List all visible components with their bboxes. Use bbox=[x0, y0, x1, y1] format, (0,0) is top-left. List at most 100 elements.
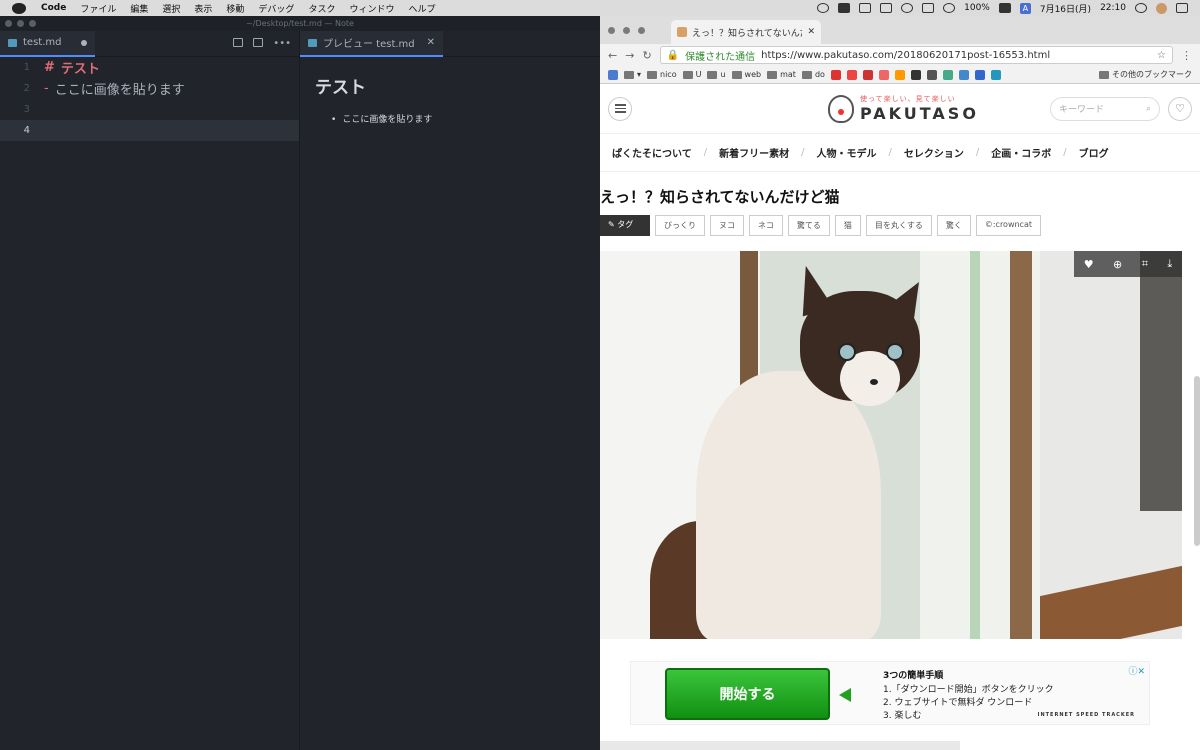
bookmark-icon[interactable] bbox=[990, 69, 1001, 80]
ad-close-icon[interactable]: ⓘ✕ bbox=[1128, 664, 1145, 677]
bookmark-icon[interactable] bbox=[878, 69, 889, 80]
hamburger-menu-icon[interactable] bbox=[608, 96, 632, 121]
browser-menu-icon[interactable]: ⋮ bbox=[1181, 49, 1192, 62]
nav-selection[interactable]: セレクション bbox=[892, 145, 976, 160]
menu-window[interactable]: ウィンドウ bbox=[349, 2, 394, 15]
nav-about[interactable]: ぱくたそについて bbox=[600, 145, 704, 160]
menu-debug[interactable]: デバッグ bbox=[258, 2, 294, 15]
bookmark-folder[interactable]: nico bbox=[647, 70, 677, 79]
record-icon[interactable] bbox=[817, 3, 830, 13]
menu-task[interactable]: タスク bbox=[308, 2, 335, 15]
screen-icon[interactable] bbox=[880, 3, 893, 13]
battery-icon[interactable] bbox=[998, 3, 1011, 13]
bookmark-icon[interactable] bbox=[846, 69, 857, 80]
tag-chip[interactable]: 猫 bbox=[834, 215, 861, 236]
menu-view[interactable]: 表示 bbox=[194, 2, 212, 15]
preview-heading: テスト bbox=[315, 78, 366, 98]
menu-app-name[interactable]: Code bbox=[41, 3, 66, 13]
bookmark-star-icon[interactable]: ☆ bbox=[1157, 50, 1166, 61]
advertisement[interactable]: 開始する 3つの簡単手順 1.「ダウンロード開始」ボタンをクリック 2. ウェブ… bbox=[630, 661, 1150, 725]
location-icon[interactable] bbox=[901, 3, 914, 13]
nav-people[interactable]: 人物・モデル bbox=[804, 145, 888, 160]
back-icon[interactable]: ← bbox=[608, 49, 617, 62]
app-status-icon[interactable] bbox=[838, 3, 851, 13]
user-avatar[interactable] bbox=[1156, 2, 1167, 14]
tag-chip[interactable]: 驚てる bbox=[787, 215, 830, 236]
bookmark-icon[interactable] bbox=[910, 69, 921, 80]
site-search-input[interactable]: キーワード ⌕ bbox=[1050, 96, 1160, 121]
crop-icon[interactable]: ⌗ bbox=[1142, 257, 1148, 271]
ad-start-button[interactable]: 開始する bbox=[665, 668, 830, 720]
tag-chip[interactable]: ネコ bbox=[749, 215, 783, 236]
zoom-window-button[interactable] bbox=[638, 26, 645, 34]
menu-go[interactable]: 移動 bbox=[226, 2, 244, 15]
nav-new[interactable]: 新着フリー素材 bbox=[707, 145, 801, 160]
input-source-icon[interactable]: A bbox=[1019, 2, 1031, 14]
minimize-window-button[interactable] bbox=[623, 26, 630, 34]
site-logo[interactable]: 使って楽しい、見て楽しい PAKUTASO bbox=[828, 94, 979, 123]
bookmark-icon[interactable] bbox=[926, 69, 937, 80]
bookmark-icon[interactable] bbox=[942, 69, 953, 80]
bookmark-folder[interactable]: web bbox=[731, 70, 761, 79]
close-tab-icon[interactable]: ✕ bbox=[807, 27, 815, 37]
apps-icon[interactable] bbox=[608, 69, 618, 80]
more-actions-icon[interactable]: ••• bbox=[273, 38, 291, 49]
site-tagline: 使って楽しい、見て楽しい bbox=[860, 95, 956, 103]
bookmark-folder[interactable]: u bbox=[707, 70, 726, 79]
code-editor[interactable]: 1 # テスト 2 - ここに画像を貼ります 3 4 bbox=[0, 57, 300, 750]
nav-collab[interactable]: 企画・コラボ bbox=[979, 145, 1063, 160]
current-code-line[interactable]: 4 bbox=[0, 120, 299, 141]
menu-selection[interactable]: 選択 bbox=[162, 2, 180, 15]
download-icon[interactable]: ⤓ bbox=[1167, 257, 1172, 271]
close-tab-icon[interactable]: ✕ bbox=[427, 37, 435, 48]
cat-photo[interactable]: ♥ ⊕ ⌗ ⤓ bbox=[600, 251, 1182, 639]
menu-file[interactable]: ファイル bbox=[80, 2, 116, 15]
notification-icon[interactable] bbox=[1176, 3, 1188, 13]
tag-chip[interactable]: びっくり bbox=[655, 215, 705, 236]
code-line[interactable]: 1 # テスト bbox=[0, 57, 299, 78]
menu-help[interactable]: ヘルプ bbox=[408, 2, 435, 15]
zoom-icon[interactable]: ⊕ bbox=[1113, 258, 1122, 271]
bookmark-icon[interactable] bbox=[862, 69, 873, 80]
bookmark-icon[interactable] bbox=[830, 69, 841, 80]
favorites-heart-icon[interactable]: ♡ bbox=[1168, 96, 1192, 121]
forward-icon[interactable]: → bbox=[625, 49, 634, 62]
code-line[interactable]: 3 bbox=[0, 99, 299, 120]
tag-chip[interactable]: 目を丸くする bbox=[865, 215, 932, 236]
bookmark-icon[interactable] bbox=[958, 69, 969, 80]
reload-icon[interactable]: ↻ bbox=[642, 49, 651, 62]
unsaved-dot-icon[interactable] bbox=[81, 39, 88, 46]
menubar-time[interactable]: 22:10 bbox=[1100, 3, 1126, 13]
tag-chip[interactable]: ©:crowncat bbox=[975, 215, 1041, 236]
browser-tab[interactable]: えっ！？知らされてないんだけど猫 ✕ bbox=[671, 20, 821, 44]
scrollbar[interactable] bbox=[1194, 376, 1200, 546]
nav-blog[interactable]: ブログ bbox=[1067, 145, 1121, 160]
bookmark-folder[interactable]: do bbox=[801, 70, 825, 79]
tag-chip[interactable]: ヌコ bbox=[710, 215, 744, 236]
open-preview-icon[interactable] bbox=[233, 38, 244, 47]
split-editor-icon[interactable] bbox=[253, 38, 264, 47]
bluetooth-icon[interactable] bbox=[922, 3, 935, 13]
other-bookmarks[interactable]: その他のブックマーク bbox=[1099, 69, 1192, 80]
tag-chip[interactable]: 驚く bbox=[936, 215, 971, 236]
code-line[interactable]: 2 - ここに画像を貼ります bbox=[0, 78, 299, 99]
close-window-button[interactable] bbox=[608, 26, 615, 34]
bookmark-folder[interactable]: ▾ bbox=[624, 70, 641, 79]
browser-tab-title: えっ！？知らされてないんだけど猫 bbox=[692, 28, 802, 39]
bookmark-icon[interactable] bbox=[974, 69, 985, 80]
heart-icon[interactable]: ♥ bbox=[1084, 258, 1094, 271]
bookmark-folder[interactable]: mat bbox=[767, 70, 796, 79]
search-icon[interactable]: ⌕ bbox=[1146, 104, 1151, 114]
wifi-icon[interactable] bbox=[943, 3, 956, 13]
menu-edit[interactable]: 編集 bbox=[130, 2, 148, 15]
menubar-date[interactable]: 7月16日(月) bbox=[1040, 2, 1091, 15]
spotlight-icon[interactable] bbox=[1135, 3, 1147, 13]
bookmark-label: mat bbox=[780, 70, 796, 79]
bookmark-folder[interactable]: U bbox=[682, 70, 701, 79]
cloud-icon[interactable] bbox=[859, 3, 872, 13]
tab-test-md[interactable]: test.md bbox=[0, 30, 96, 57]
apple-icon[interactable] bbox=[12, 2, 26, 14]
tab-preview[interactable]: プレビュー test.md ✕ bbox=[300, 30, 444, 57]
bookmark-icon[interactable] bbox=[894, 69, 905, 80]
address-bar[interactable]: 🔒 保護された通信 https://www.pakutaso.com/20180… bbox=[659, 46, 1173, 64]
